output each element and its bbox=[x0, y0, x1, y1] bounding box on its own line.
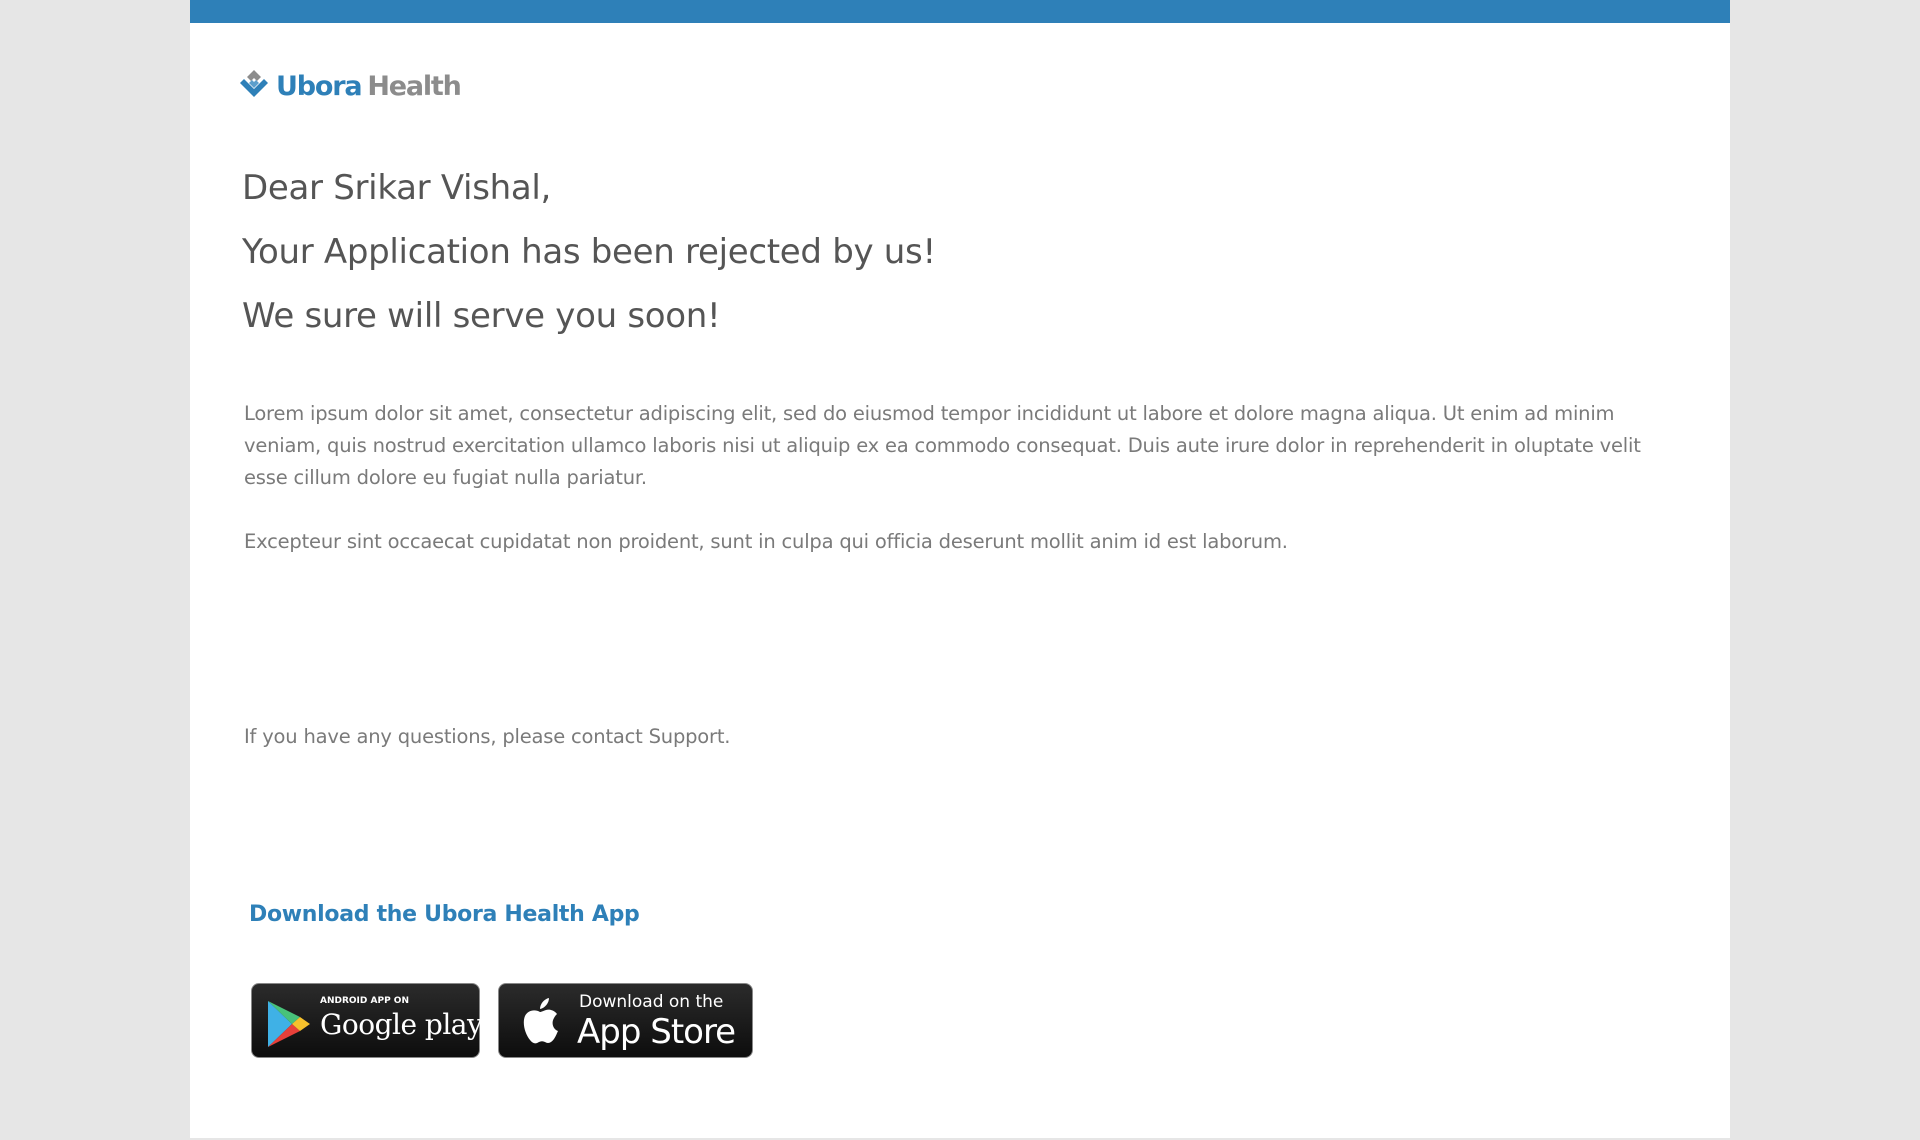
app-store-small-label: Download on the bbox=[579, 992, 724, 1012]
logo-word-ubora: Ubora bbox=[276, 70, 363, 102]
google-play-label: Google play bbox=[320, 1008, 483, 1041]
rejection-message: Your Application has been rejected by us… bbox=[242, 232, 936, 272]
logo-wordmark: Ubora Health bbox=[276, 70, 462, 102]
google-play-icon bbox=[268, 1001, 310, 1047]
google-play-button[interactable]: ANDROID APP ON Google play bbox=[251, 983, 483, 1058]
body-paragraph-2: Excepteur sint occaecat cupidatat non pr… bbox=[244, 530, 1288, 553]
body-paragraph-1: Lorem ipsum dolor sit amet, consectetur … bbox=[244, 402, 1641, 489]
support-note: If you have any questions, please contac… bbox=[244, 725, 731, 748]
google-play-small-label: ANDROID APP ON bbox=[320, 996, 409, 1006]
app-store-button[interactable]: Download on the App Store bbox=[498, 983, 753, 1058]
app-store-label: App Store bbox=[577, 1012, 736, 1052]
apple-icon bbox=[523, 998, 558, 1044]
logo-word-health: Health bbox=[367, 70, 462, 102]
greeting-line: Dear Srikar Vishal, bbox=[242, 168, 552, 208]
download-app-heading: Download the Ubora Health App bbox=[249, 902, 640, 927]
email-page: Ubora Health Dear Srikar Vishal, Your App… bbox=[190, 0, 1730, 1138]
closing-message: We sure will serve you soon! bbox=[242, 296, 721, 336]
top-accent-bar bbox=[190, 0, 1730, 23]
ubora-health-logo: Ubora Health bbox=[236, 68, 462, 104]
ubora-logo-icon bbox=[240, 70, 268, 97]
